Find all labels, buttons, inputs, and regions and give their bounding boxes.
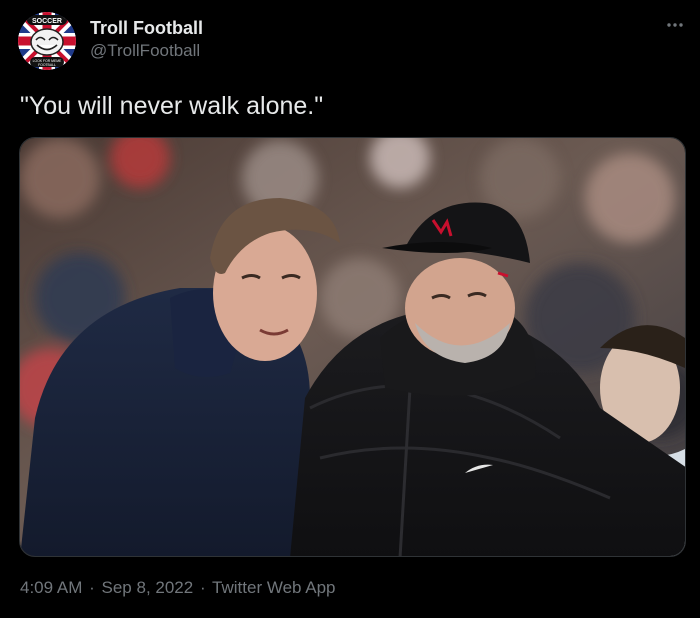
separator-dot: · bbox=[199, 578, 206, 597]
tweet-date[interactable]: Sep 8, 2022 bbox=[102, 578, 194, 597]
separator-dot: · bbox=[89, 578, 95, 597]
author-handle[interactable]: @TrollFootball bbox=[90, 41, 200, 61]
tweet-metadata: 4:09 AM · Sep 8, 2022 · Twitter Web App bbox=[20, 577, 336, 599]
tweet-time[interactable]: 4:09 AM bbox=[20, 578, 82, 597]
more-icon[interactable] bbox=[664, 14, 686, 36]
photo-two-coaches-embracing bbox=[20, 138, 685, 556]
author-avatar[interactable]: SOCCER LOOK FOR MEME FOOTBALL bbox=[18, 12, 76, 70]
author-name[interactable]: Troll Football bbox=[90, 17, 203, 39]
tweet-text: "You will never walk alone." bbox=[20, 92, 324, 120]
svg-text:SOCCER: SOCCER bbox=[32, 18, 62, 25]
union-jack-troll-logo: SOCCER LOOK FOR MEME FOOTBALL bbox=[18, 12, 76, 70]
tweet-source-app[interactable]: Twitter Web App bbox=[212, 578, 335, 597]
svg-text:FOOTBALL: FOOTBALL bbox=[38, 63, 56, 67]
tweet-media-photo[interactable] bbox=[19, 137, 686, 557]
tweet-card: SOCCER LOOK FOR MEME FOOTBALL Troll Foot… bbox=[0, 0, 700, 618]
